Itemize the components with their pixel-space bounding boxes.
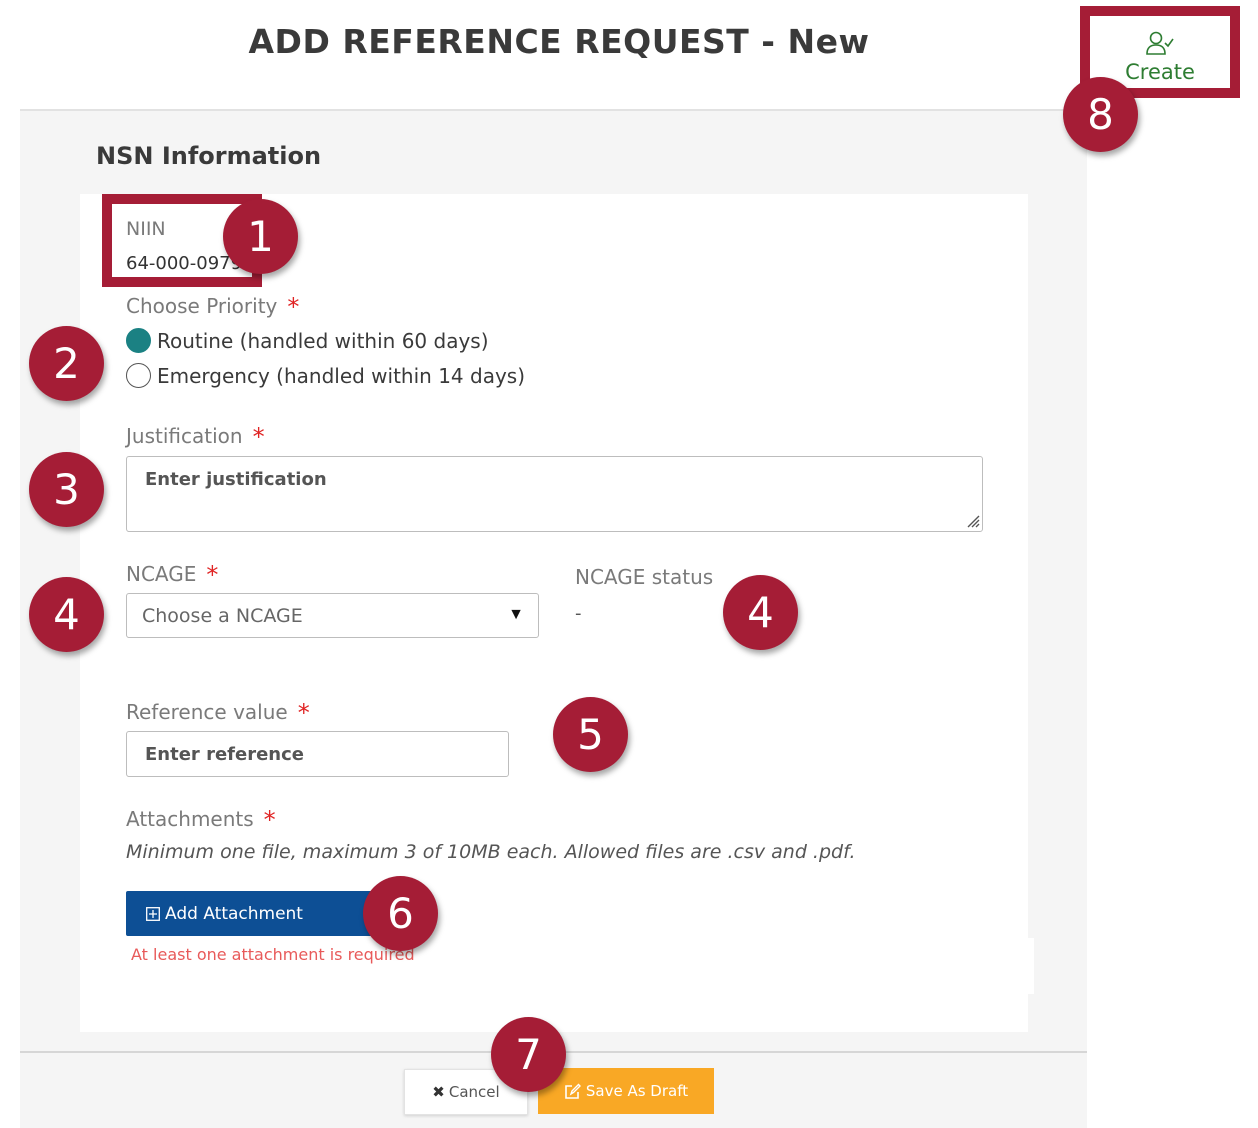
callout-marker: 6 — [363, 876, 438, 951]
callout-marker: 2 — [29, 326, 104, 401]
callout-marker: 3 — [29, 452, 104, 527]
caret-down-icon: ▼ — [508, 606, 524, 623]
priority-label-text: Choose Priority — [126, 294, 278, 318]
ncage-label-text: NCAGE — [126, 562, 197, 586]
justification-label-text: Justification — [126, 424, 243, 448]
attachments-error: At least one attachment is required — [131, 945, 415, 964]
required-mark: * — [297, 699, 310, 727]
radio-checked-icon[interactable] — [126, 328, 151, 353]
callout-marker: 7 — [491, 1017, 566, 1092]
radio-unchecked-icon[interactable] — [126, 363, 151, 388]
callout-marker: 1 — [223, 199, 298, 274]
resize-handle-icon[interactable] — [966, 514, 980, 528]
attachments-label: Attachments * — [126, 806, 276, 834]
ncage-select-value: Choose a NCAGE — [142, 604, 303, 627]
justification-textarea[interactable] — [126, 456, 983, 532]
priority-option-label: Routine (handled within 60 days) — [157, 328, 489, 353]
priority-option-label: Emergency (handled within 14 days) — [157, 363, 526, 388]
callout-marker: 4 — [723, 575, 798, 650]
reference-label: Reference value * — [126, 699, 310, 727]
required-mark: * — [206, 561, 219, 589]
page-title: ADD REFERENCE REQUEST - New — [248, 22, 870, 61]
priority-option-routine[interactable]: Routine (handled within 60 days) — [126, 328, 489, 353]
add-attachment-label: Add Attachment — [165, 903, 303, 924]
required-mark: * — [287, 293, 300, 321]
reference-input[interactable] — [126, 731, 509, 777]
ncage-label: NCAGE * — [126, 561, 218, 589]
cancel-label: Cancel — [448, 1083, 500, 1101]
required-mark: * — [252, 423, 265, 451]
priority-label: Choose Priority * — [126, 293, 299, 321]
save-as-draft-button[interactable]: Save As Draft — [538, 1068, 714, 1114]
priority-option-emergency[interactable]: Emergency (handled within 14 days) — [126, 363, 525, 388]
required-mark: * — [263, 806, 276, 834]
close-icon: ✖ — [432, 1084, 445, 1101]
callout-marker: 8 — [1063, 77, 1138, 152]
ncage-status-label: NCAGE status — [575, 565, 714, 589]
card-notch — [1028, 938, 1034, 994]
attachments-label-text: Attachments — [126, 807, 254, 831]
section-title: NSN Information — [96, 142, 322, 170]
plus-square-icon — [146, 906, 160, 921]
callout-marker: 4 — [29, 577, 104, 652]
add-attachment-button[interactable]: Add Attachment — [126, 891, 386, 936]
edit-icon — [565, 1083, 581, 1099]
reference-label-text: Reference value — [126, 700, 288, 724]
ncage-status-value: - — [575, 603, 582, 624]
ncage-select[interactable]: Choose a NCAGE ▼ — [126, 593, 539, 638]
callout-marker: 5 — [553, 697, 628, 772]
justification-label: Justification * — [126, 423, 265, 451]
save-as-draft-label: Save As Draft — [585, 1082, 689, 1100]
attachments-help-text: Minimum one file, maximum 3 of 10MB each… — [126, 841, 856, 863]
